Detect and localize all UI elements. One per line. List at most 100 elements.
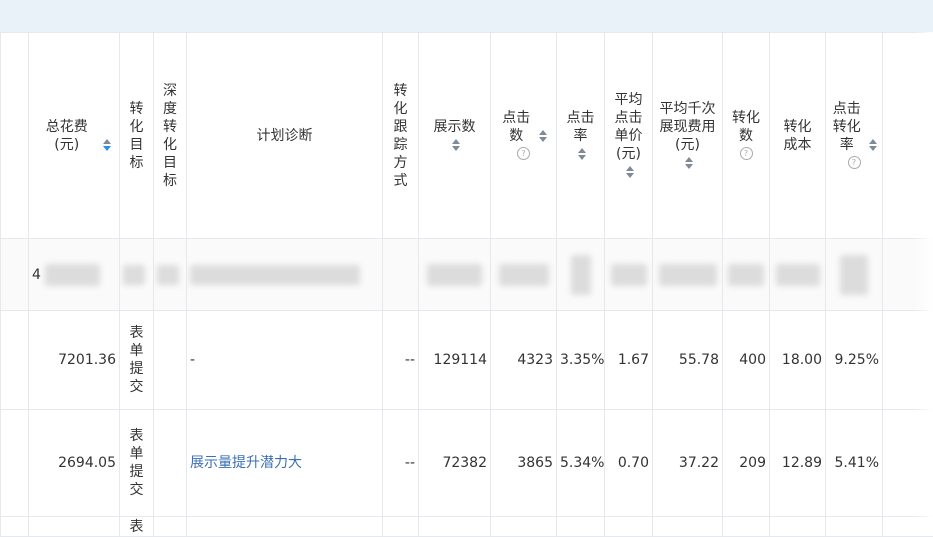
table-row-partial: 表 bbox=[1, 517, 933, 537]
impressions-cell: 72382 bbox=[419, 410, 491, 517]
row-cell bbox=[187, 517, 383, 537]
sort-icon[interactable] bbox=[452, 139, 460, 151]
conv-goal-cell: 表单提交 bbox=[120, 311, 154, 410]
header-ctr[interactable]: 点击率 bbox=[557, 33, 605, 239]
summary-cell bbox=[383, 239, 419, 311]
row-cell bbox=[1, 410, 29, 517]
row-cell bbox=[383, 517, 419, 537]
deep-goal-cell bbox=[154, 311, 187, 410]
sort-icon[interactable] bbox=[626, 166, 634, 178]
diagnosis-cell: - bbox=[187, 311, 383, 410]
redacted-value bbox=[499, 264, 549, 286]
header-avg-cpm-label: 平均千次展现费用(元) bbox=[659, 100, 717, 154]
redacted-value bbox=[728, 264, 764, 286]
header-conv-track-label: 转化跟踪方式 bbox=[393, 82, 408, 190]
conversions-cell: 209 bbox=[723, 410, 770, 517]
conversions-cell: 400 bbox=[723, 311, 770, 410]
summary-cell bbox=[1, 239, 29, 311]
redacted-value bbox=[123, 265, 145, 285]
summary-cell bbox=[491, 239, 557, 311]
row-cell bbox=[1, 517, 29, 537]
avg-cpm-cell: 37.22 bbox=[653, 410, 723, 517]
diagnosis-cell: 展示量提升潜力大 bbox=[187, 410, 383, 517]
track-cell: -- bbox=[383, 311, 419, 410]
header-avg-cpm[interactable]: 平均千次展现费用(元) bbox=[653, 33, 723, 239]
redacted-value bbox=[157, 265, 179, 285]
header-conv-track: 转化跟踪方式 bbox=[383, 33, 419, 239]
cvr-cell: 9.25% bbox=[826, 311, 883, 410]
scroll-fade bbox=[913, 32, 933, 526]
summary-row: 4 bbox=[1, 239, 933, 311]
row-cell bbox=[723, 517, 770, 537]
track-cell: -- bbox=[383, 410, 419, 517]
deep-goal-cell bbox=[154, 410, 187, 517]
sort-icon[interactable] bbox=[685, 157, 693, 169]
redacted-value bbox=[776, 264, 820, 286]
header-conv-goal: 转化目标 bbox=[120, 33, 154, 239]
sort-icon[interactable] bbox=[539, 130, 547, 142]
clicks-cell: 3865 bbox=[491, 410, 557, 517]
ctr-cell: 5.34% bbox=[557, 410, 605, 517]
conv-goal-cell: 表 bbox=[120, 517, 154, 537]
sort-icon[interactable] bbox=[869, 139, 877, 151]
summary-total-cost-text: 4 bbox=[32, 267, 41, 283]
total-cost-cell: 2694.05 bbox=[29, 410, 120, 517]
row-cell bbox=[29, 517, 120, 537]
redacted-value bbox=[840, 255, 868, 295]
header-plan-diagnosis: 计划诊断 bbox=[187, 33, 383, 239]
header-total-cost[interactable]: 总花费(元) bbox=[29, 33, 120, 239]
redacted-value bbox=[611, 264, 647, 286]
impressions-cell: 129114 bbox=[419, 311, 491, 410]
help-icon[interactable]: ? bbox=[848, 156, 861, 169]
diagnosis-link[interactable]: 展示量提升潜力大 bbox=[190, 455, 302, 471]
header-plan-diagnosis-label: 计划诊断 bbox=[257, 128, 313, 144]
header-conversions: 转化数 ? bbox=[723, 33, 770, 239]
summary-cell bbox=[154, 239, 187, 311]
summary-cell bbox=[120, 239, 154, 311]
sort-icon[interactable] bbox=[103, 139, 111, 151]
table-row: 2694.05 表单提交 展示量提升潜力大 -- 72382 3865 5.34… bbox=[1, 410, 933, 517]
conv-cost-cell: 12.89 bbox=[770, 410, 826, 517]
row-cell bbox=[770, 517, 826, 537]
header-avg-cpc[interactable]: 平均点击单价(元) bbox=[605, 33, 653, 239]
header-cvr-label: 点击转化率 bbox=[831, 100, 863, 154]
row-cell bbox=[154, 517, 187, 537]
summary-cell bbox=[557, 239, 605, 311]
row-cell bbox=[826, 517, 883, 537]
redacted-value bbox=[190, 265, 360, 285]
header-conv-cost: 转化成本 bbox=[770, 33, 826, 239]
total-cost-cell: 7201.36 bbox=[29, 311, 120, 410]
summary-cell bbox=[723, 239, 770, 311]
header-clicks[interactable]: 点击数 ? bbox=[491, 33, 557, 239]
summary-cell bbox=[419, 239, 491, 311]
summary-cell bbox=[605, 239, 653, 311]
header-avg-cpc-label: 平均点击单价(元) bbox=[613, 91, 645, 163]
summary-cell bbox=[826, 239, 883, 311]
redacted-value bbox=[427, 264, 482, 286]
row-cell bbox=[419, 517, 491, 537]
help-icon[interactable]: ? bbox=[740, 147, 753, 160]
summary-cell bbox=[653, 239, 723, 311]
header-impressions[interactable]: 展示数 bbox=[419, 33, 491, 239]
header-conv-cost-label: 转化成本 bbox=[782, 118, 814, 154]
sort-icon[interactable] bbox=[578, 148, 586, 160]
header-total-cost-label: 总花费(元) bbox=[37, 118, 97, 154]
header-row: 总花费(元) 转化目标 深度转化目标 计划诊断 转化跟踪方式 展示数 点击数 ?… bbox=[1, 33, 933, 239]
row-cell bbox=[1, 311, 29, 410]
help-icon[interactable]: ? bbox=[517, 147, 530, 160]
summary-cell bbox=[770, 239, 826, 311]
summary-cell bbox=[187, 239, 383, 311]
redacted-value bbox=[571, 255, 591, 295]
top-bar bbox=[0, 0, 933, 32]
table-row: 7201.36 表单提交 - -- 129114 4323 3.35% 1.67… bbox=[1, 311, 933, 410]
header-deep-conv-goal-label: 深度转化目标 bbox=[163, 82, 178, 190]
row-cell bbox=[491, 517, 557, 537]
header-impressions-label: 展示数 bbox=[434, 119, 476, 135]
header-conv-goal-label: 转化目标 bbox=[129, 100, 144, 172]
ctr-cell: 3.35% bbox=[557, 311, 605, 410]
conv-cost-cell: 18.00 bbox=[770, 311, 826, 410]
conv-goal-text: 表单提交 bbox=[129, 324, 144, 396]
clicks-cell: 4323 bbox=[491, 311, 557, 410]
header-cvr[interactable]: 点击转化率 ? bbox=[826, 33, 883, 239]
summary-total-cost: 4 bbox=[29, 239, 120, 311]
